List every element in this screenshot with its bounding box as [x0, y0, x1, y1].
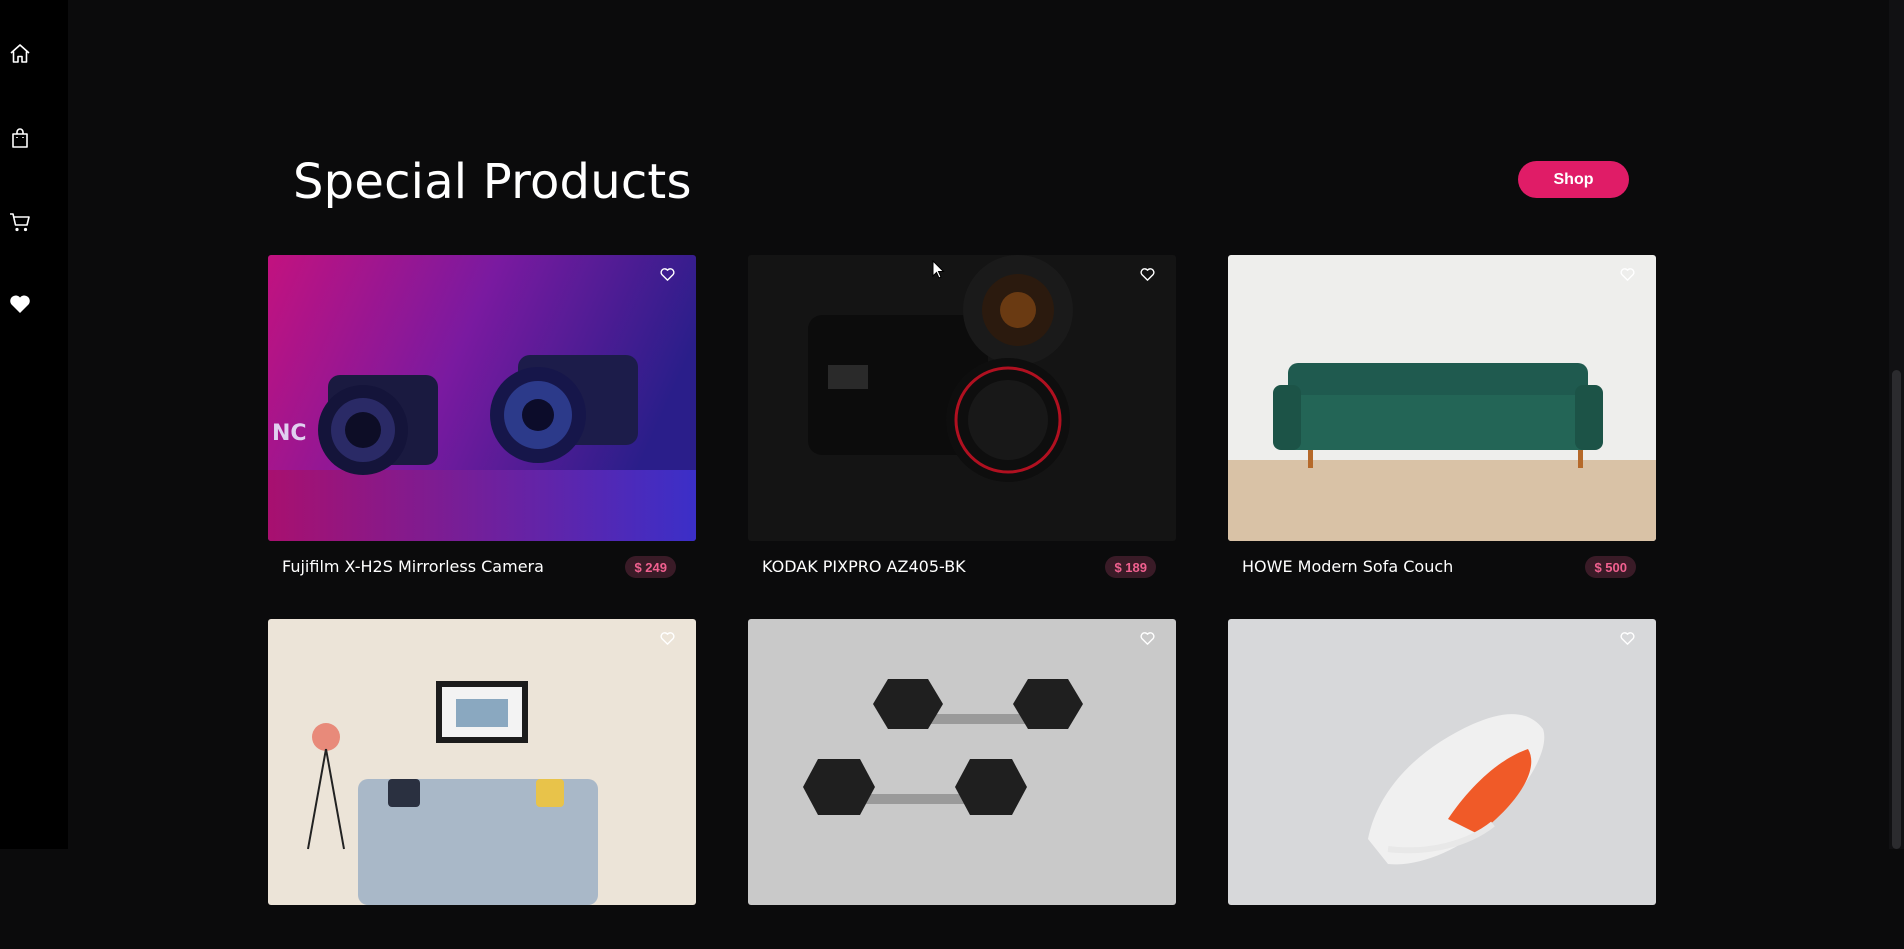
- sneaker-photo: [1228, 619, 1656, 905]
- product-card[interactable]: [748, 619, 1176, 949]
- favorite-button[interactable]: [1616, 263, 1638, 285]
- product-image[interactable]: NC: [268, 255, 696, 541]
- heart-outline-icon: [659, 631, 675, 645]
- product-name[interactable]: Fujifilm X-H2S Mirrorless Camera: [282, 557, 544, 576]
- favorite-button[interactable]: [656, 263, 678, 285]
- dumbbells-photo: [748, 619, 1176, 905]
- product-image[interactable]: [268, 619, 696, 905]
- favorite-button[interactable]: [656, 627, 678, 649]
- price-badge: $ 249: [625, 556, 676, 578]
- favorite-button[interactable]: [1616, 627, 1638, 649]
- product-image[interactable]: [1228, 255, 1656, 541]
- heart-outline-icon: [1139, 267, 1155, 281]
- heart-filled-icon: [10, 295, 30, 313]
- product-card[interactable]: [1228, 619, 1656, 949]
- product-card[interactable]: KODAK PIXPRO AZ405-BK $ 189: [748, 255, 1176, 585]
- shopping-bag-icon: [12, 128, 28, 148]
- heart-outline-icon: [1619, 267, 1635, 281]
- scrollbar-thumb[interactable]: [1892, 370, 1901, 849]
- living-room-sofa-photo: [268, 619, 696, 905]
- product-card[interactable]: NC Fujifilm X-H2S Mirrorless Camera $ 24…: [268, 255, 696, 585]
- nav-cart-button[interactable]: [0, 202, 40, 242]
- mouse-cursor-icon: [932, 260, 945, 279]
- shop-button[interactable]: Shop: [1518, 161, 1629, 198]
- heart-outline-icon: [1619, 631, 1635, 645]
- product-name[interactable]: HOWE Modern Sofa Couch: [1242, 557, 1453, 576]
- price-badge: $ 189: [1105, 556, 1156, 578]
- favorite-button[interactable]: [1136, 627, 1158, 649]
- camera-purple-photo: NC: [268, 255, 696, 541]
- product-card[interactable]: HOWE Modern Sofa Couch $ 500: [1228, 255, 1656, 585]
- scrollbar[interactable]: [1889, 0, 1904, 849]
- heart-outline-icon: [659, 267, 675, 281]
- price-badge: $ 500: [1585, 556, 1636, 578]
- heart-outline-icon: [1139, 631, 1155, 645]
- product-card[interactable]: [268, 619, 696, 949]
- product-name[interactable]: KODAK PIXPRO AZ405-BK: [762, 557, 966, 576]
- sidebar: [0, 0, 68, 849]
- green-sofa-photo: [1228, 255, 1656, 541]
- product-image[interactable]: [748, 619, 1176, 905]
- home-icon: [10, 44, 30, 63]
- svg-text:NC: NC: [272, 421, 307, 446]
- camera-dark-photo: [748, 255, 1176, 541]
- nav-home-button[interactable]: [0, 34, 40, 74]
- cart-icon: [10, 213, 30, 232]
- favorite-button[interactable]: [1136, 263, 1158, 285]
- product-image[interactable]: [748, 255, 1176, 541]
- page-title: Special Products: [293, 154, 692, 210]
- nav-products-button[interactable]: [0, 118, 40, 158]
- nav-favorites-button[interactable]: [0, 284, 40, 324]
- product-image[interactable]: [1228, 619, 1656, 905]
